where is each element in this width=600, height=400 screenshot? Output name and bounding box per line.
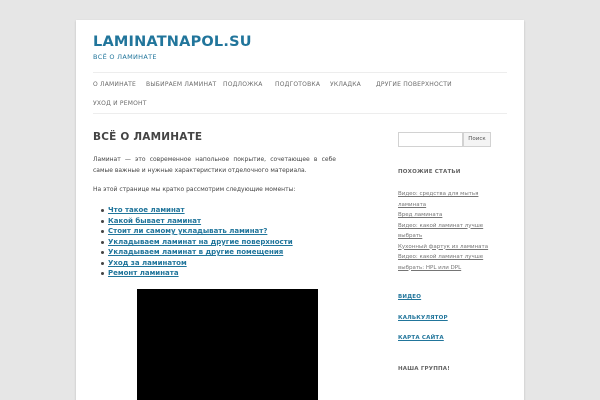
table-of-contents: Что такое ламинат Какой бывает ламинат С…: [101, 205, 293, 279]
embedded-video-player[interactable]: [137, 289, 318, 400]
sitemap-link[interactable]: КАРТА САЙТА: [398, 335, 444, 341]
main-navigation: О ЛАМИНАТЕ ВЫБИРАЕМ ЛАМИНАТ ПОДЛОЖКА ПОД…: [93, 72, 507, 114]
related-articles-list: Видео: средства для мытья ламината Вред …: [398, 189, 498, 273]
related-article-link[interactable]: Вред ламината: [398, 210, 498, 221]
search-button[interactable]: Поиск: [463, 132, 491, 147]
related-article-link[interactable]: выбрать: [398, 231, 498, 242]
related-article-link[interactable]: Кухонный фартук из ламината: [398, 242, 498, 253]
related-article-link[interactable]: Видео: какой ламинат лучше: [398, 221, 498, 232]
site-title-link[interactable]: LAMINATNAPOL.SU: [93, 34, 252, 50]
intro-paragraph: Ламинат — это современное напольное покр…: [93, 156, 336, 174]
nav-item-installation[interactable]: УКЛАДКА: [330, 81, 361, 88]
lead-paragraph: На этой странице мы кратко рассмотрим сл…: [93, 186, 296, 193]
page-title: ВСЁ О ЛАМИНАТЕ: [93, 131, 203, 143]
toc-link[interactable]: Уход за ламинатом: [101, 258, 293, 269]
related-article-link[interactable]: Видео: какой ламинат лучше: [398, 252, 498, 263]
toc-link[interactable]: Какой бывает ламинат: [101, 216, 293, 227]
nav-item-about[interactable]: О ЛАМИНАТЕ: [93, 81, 136, 88]
nav-item-underlay[interactable]: ПОДЛОЖКА: [223, 81, 263, 88]
calculator-link[interactable]: КАЛЬКУЛЯТОР: [398, 315, 448, 321]
toc-link[interactable]: Укладываем ламинат в другие помещения: [101, 247, 293, 258]
toc-link[interactable]: Стоит ли самому укладывать ламинат?: [101, 226, 293, 237]
nav-item-care-repair[interactable]: УХОД И РЕМОНТ: [93, 100, 147, 107]
page-container: LAMINATNAPOL.SU ВСЁ О ЛАМИНАТЕ О ЛАМИНАТ…: [76, 20, 524, 400]
related-articles-title: ПОХОЖИЕ СТАТЬИ: [398, 169, 461, 175]
related-article-link[interactable]: Видео: средства для мытья: [398, 189, 498, 200]
search-input[interactable]: [398, 132, 463, 147]
our-group-title: НАША ГРУППА!: [398, 366, 450, 372]
toc-link[interactable]: Укладываем ламинат на другие поверхности: [101, 237, 293, 248]
video-link[interactable]: ВИДЕО: [398, 294, 421, 300]
nav-item-other-surfaces[interactable]: ДРУГИЕ ПОВЕРХНОСТИ: [376, 81, 452, 88]
toc-link[interactable]: Что такое ламинат: [101, 205, 293, 216]
related-article-link[interactable]: ламината: [398, 200, 498, 211]
related-article-link[interactable]: выбрать: HPL или DPL: [398, 263, 498, 274]
nav-item-preparation[interactable]: ПОДГОТОВКА: [275, 81, 320, 88]
toc-link[interactable]: Ремонт ламината: [101, 268, 293, 279]
site-description: ВСЁ О ЛАМИНАТЕ: [93, 53, 157, 61]
nav-item-choosing[interactable]: ВЫБИРАЕМ ЛАМИНАТ: [146, 81, 216, 88]
